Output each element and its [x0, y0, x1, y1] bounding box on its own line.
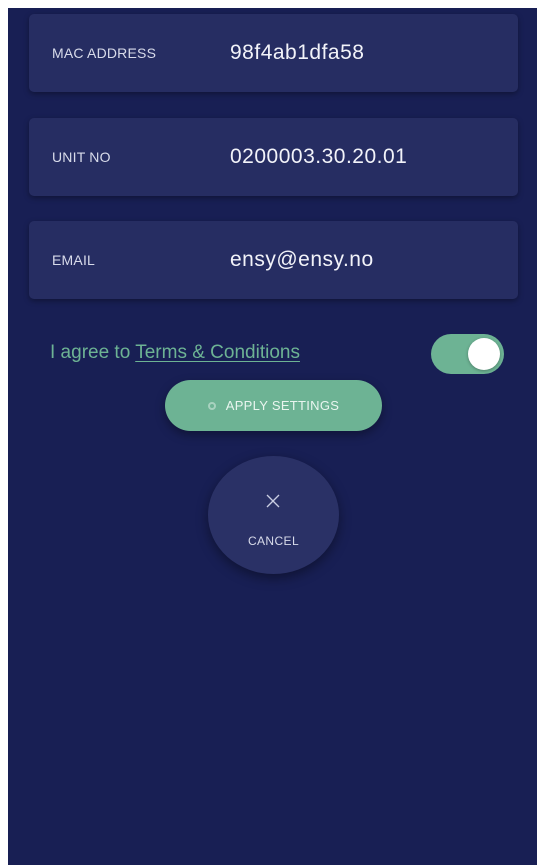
close-icon	[266, 494, 280, 508]
unit-no-value: 0200003.30.20.01	[230, 145, 408, 168]
mac-address-value: 98f4ab1dfa58	[230, 41, 365, 64]
agree-toggle[interactable]	[431, 334, 504, 374]
mac-address-label: MAC ADDRESS	[52, 45, 157, 61]
apply-settings-label: APPLY SETTINGS	[225, 398, 340, 413]
apply-settings-button[interactable]: APPLY SETTINGS	[165, 380, 382, 431]
agree-prefix-text: I agree to	[50, 342, 136, 363]
email-label: EMAIL	[52, 252, 96, 268]
terms-conditions-link[interactable]: Terms & Conditions	[135, 342, 300, 363]
unit-no-card: UNIT NO 0200003.30.20.01	[29, 118, 518, 196]
email-card: EMAIL ensy@ensy.no	[29, 221, 518, 299]
status-dot-icon	[207, 401, 216, 410]
mac-address-card: MAC ADDRESS 98f4ab1dfa58	[29, 14, 518, 92]
cancel-label: CANCEL	[247, 534, 300, 548]
terms-agreement: I agree to Terms & Conditions	[50, 338, 300, 368]
settings-screen: MAC ADDRESS 98f4ab1dfa58 UNIT NO 0200003…	[8, 8, 537, 865]
toggle-knob	[468, 338, 500, 370]
cancel-button[interactable]: CANCEL	[208, 456, 339, 574]
email-value: ensy@ensy.no	[230, 248, 374, 271]
unit-no-label: UNIT NO	[52, 149, 111, 165]
